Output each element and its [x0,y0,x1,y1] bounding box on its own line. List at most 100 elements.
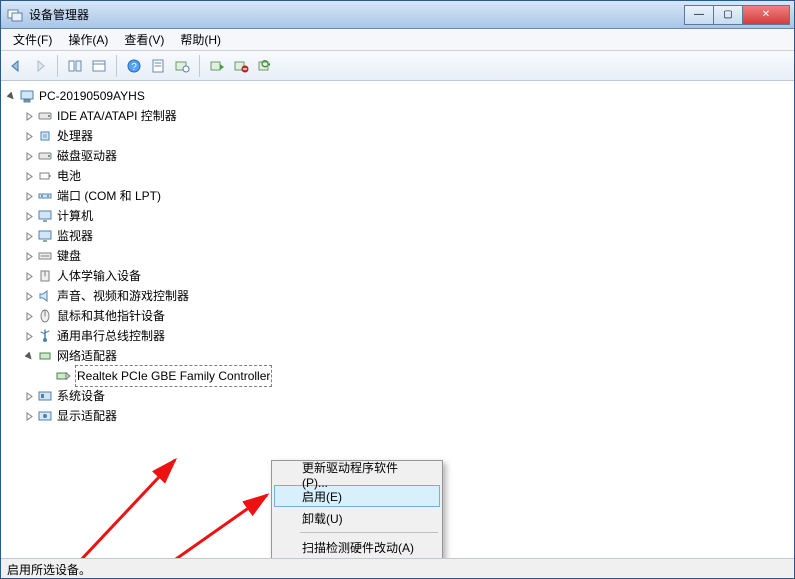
expand-icon[interactable] [23,130,35,142]
close-button[interactable]: ✕ [742,5,790,25]
status-bar: 启用所选设备。 [1,558,794,578]
menu-action[interactable]: 操作(A) [60,29,116,50]
expand-icon[interactable] [23,150,35,162]
tree-category-label: 声音、视频和游戏控制器 [57,286,189,306]
tree-category-node[interactable]: 处理器 [23,126,794,146]
tree-category-label: 电池 [57,166,81,186]
maximize-button[interactable]: ▢ [713,5,743,25]
tree-root-node[interactable]: PC-20190509AYHS [5,86,794,106]
tree-device-label: Realtek PCIe GBE Family Controller [75,365,272,387]
category-icon [37,348,53,364]
tree-category-node[interactable]: 磁盘驱动器 [23,146,794,166]
tree-category-node[interactable]: 网络适配器 [23,346,794,366]
tree-category-node[interactable]: 电池 [23,166,794,186]
tree-category-node[interactable]: 显示适配器 [23,406,794,426]
tree-category-node[interactable]: 系统设备 [23,386,794,406]
title-bar: 设备管理器 — ▢ ✕ [1,1,794,29]
expand-icon[interactable] [23,330,35,342]
minimize-glyph: — [694,9,704,20]
tree-category-node[interactable]: 键盘 [23,246,794,266]
expand-icon[interactable] [23,110,35,122]
toolbar-scan-button[interactable] [171,55,193,77]
context-menu-update[interactable]: 更新驱动程序软件(P)... [274,463,440,485]
toolbar-detail-button[interactable] [88,55,110,77]
context-menu-uninstall-label: 卸载(U) [302,510,343,527]
category-icon [37,408,53,424]
toolbar-back-button[interactable] [5,55,27,77]
expand-icon[interactable] [23,270,35,282]
tree-device-node[interactable]: Realtek PCIe GBE Family Controller [41,366,794,386]
toolbar-update-button[interactable] [254,55,276,77]
category-icon [37,268,53,284]
expand-icon[interactable] [23,410,35,422]
category-icon [37,148,53,164]
computer-icon [19,88,35,104]
context-menu-scan[interactable]: 扫描检测硬件改动(A) [274,536,440,558]
category-icon [37,208,53,224]
toolbar-separator [116,55,117,77]
toolbar-help-button[interactable]: ? [123,55,145,77]
menu-file[interactable]: 文件(F) [5,29,60,50]
category-icon [37,168,53,184]
toolbar-enable-button[interactable] [206,55,228,77]
expand-icon[interactable] [23,210,35,222]
expand-icon[interactable] [23,190,35,202]
tree-category-label: 人体学输入设备 [57,266,141,286]
toolbar-separator [57,55,58,77]
expand-icon[interactable] [23,170,35,182]
tree-category-label: 网络适配器 [57,346,117,366]
minimize-button[interactable]: — [684,5,714,25]
toolbar-show-hide-button[interactable] [64,55,86,77]
tree-category-label: 监视器 [57,226,93,246]
spacer [41,370,53,382]
svg-text:?: ? [131,62,137,73]
tree-category-node[interactable]: 计算机 [23,206,794,226]
tree-category-label: 键盘 [57,246,81,266]
close-glyph: ✕ [762,9,770,20]
maximize-glyph: ▢ [723,9,732,20]
tree-category-node[interactable]: IDE ATA/ATAPI 控制器 [23,106,794,126]
menu-help[interactable]: 帮助(H) [172,29,229,50]
tree-category-node[interactable]: 通用串行总线控制器 [23,326,794,346]
tree-category-node[interactable]: 端口 (COM 和 LPT) [23,186,794,206]
tree-category-label: 系统设备 [57,386,105,406]
menu-bar: 文件(F) 操作(A) 查看(V) 帮助(H) [1,29,794,51]
tree-category-node[interactable]: 鼠标和其他指针设备 [23,306,794,326]
expand-icon[interactable] [23,310,35,322]
tree-category-label: 计算机 [57,206,93,226]
category-icon [37,188,53,204]
collapse-icon[interactable] [5,90,17,102]
toolbar: ? [1,51,794,81]
expand-icon[interactable] [23,230,35,242]
context-menu-separator [300,532,438,533]
context-menu-uninstall[interactable]: 卸载(U) [274,507,440,529]
context-menu: 更新驱动程序软件(P)... 启用(E) 卸载(U) 扫描检测硬件改动(A) 属… [271,460,443,558]
expand-icon[interactable] [23,290,35,302]
category-icon [37,108,53,124]
tree-category-node[interactable]: 人体学输入设备 [23,266,794,286]
toolbar-separator [199,55,200,77]
category-icon [37,308,53,324]
device-tree-pane: PC-20190509AYHS IDE ATA/ATAPI 控制器处理器磁盘驱动… [1,81,794,558]
toolbar-uninstall-button[interactable] [230,55,252,77]
category-icon [37,388,53,404]
menu-view[interactable]: 查看(V) [116,29,172,50]
network-adapter-icon [55,368,71,384]
window-title: 设备管理器 [29,6,685,23]
tree-category-label: IDE ATA/ATAPI 控制器 [57,106,177,126]
toolbar-forward-button[interactable] [29,55,51,77]
context-menu-enable-label: 启用(E) [302,488,342,505]
category-icon [37,328,53,344]
context-menu-scan-label: 扫描检测硬件改动(A) [302,539,414,556]
window-buttons: — ▢ ✕ [685,5,790,25]
category-icon [37,288,53,304]
toolbar-properties-button[interactable] [147,55,169,77]
tree-category-node[interactable]: 监视器 [23,226,794,246]
category-icon [37,128,53,144]
expand-icon[interactable] [23,390,35,402]
device-tree[interactable]: PC-20190509AYHS IDE ATA/ATAPI 控制器处理器磁盘驱动… [1,82,794,426]
tree-category-label: 鼠标和其他指针设备 [57,306,165,326]
collapse-icon[interactable] [23,350,35,362]
expand-icon[interactable] [23,250,35,262]
tree-category-node[interactable]: 声音、视频和游戏控制器 [23,286,794,306]
